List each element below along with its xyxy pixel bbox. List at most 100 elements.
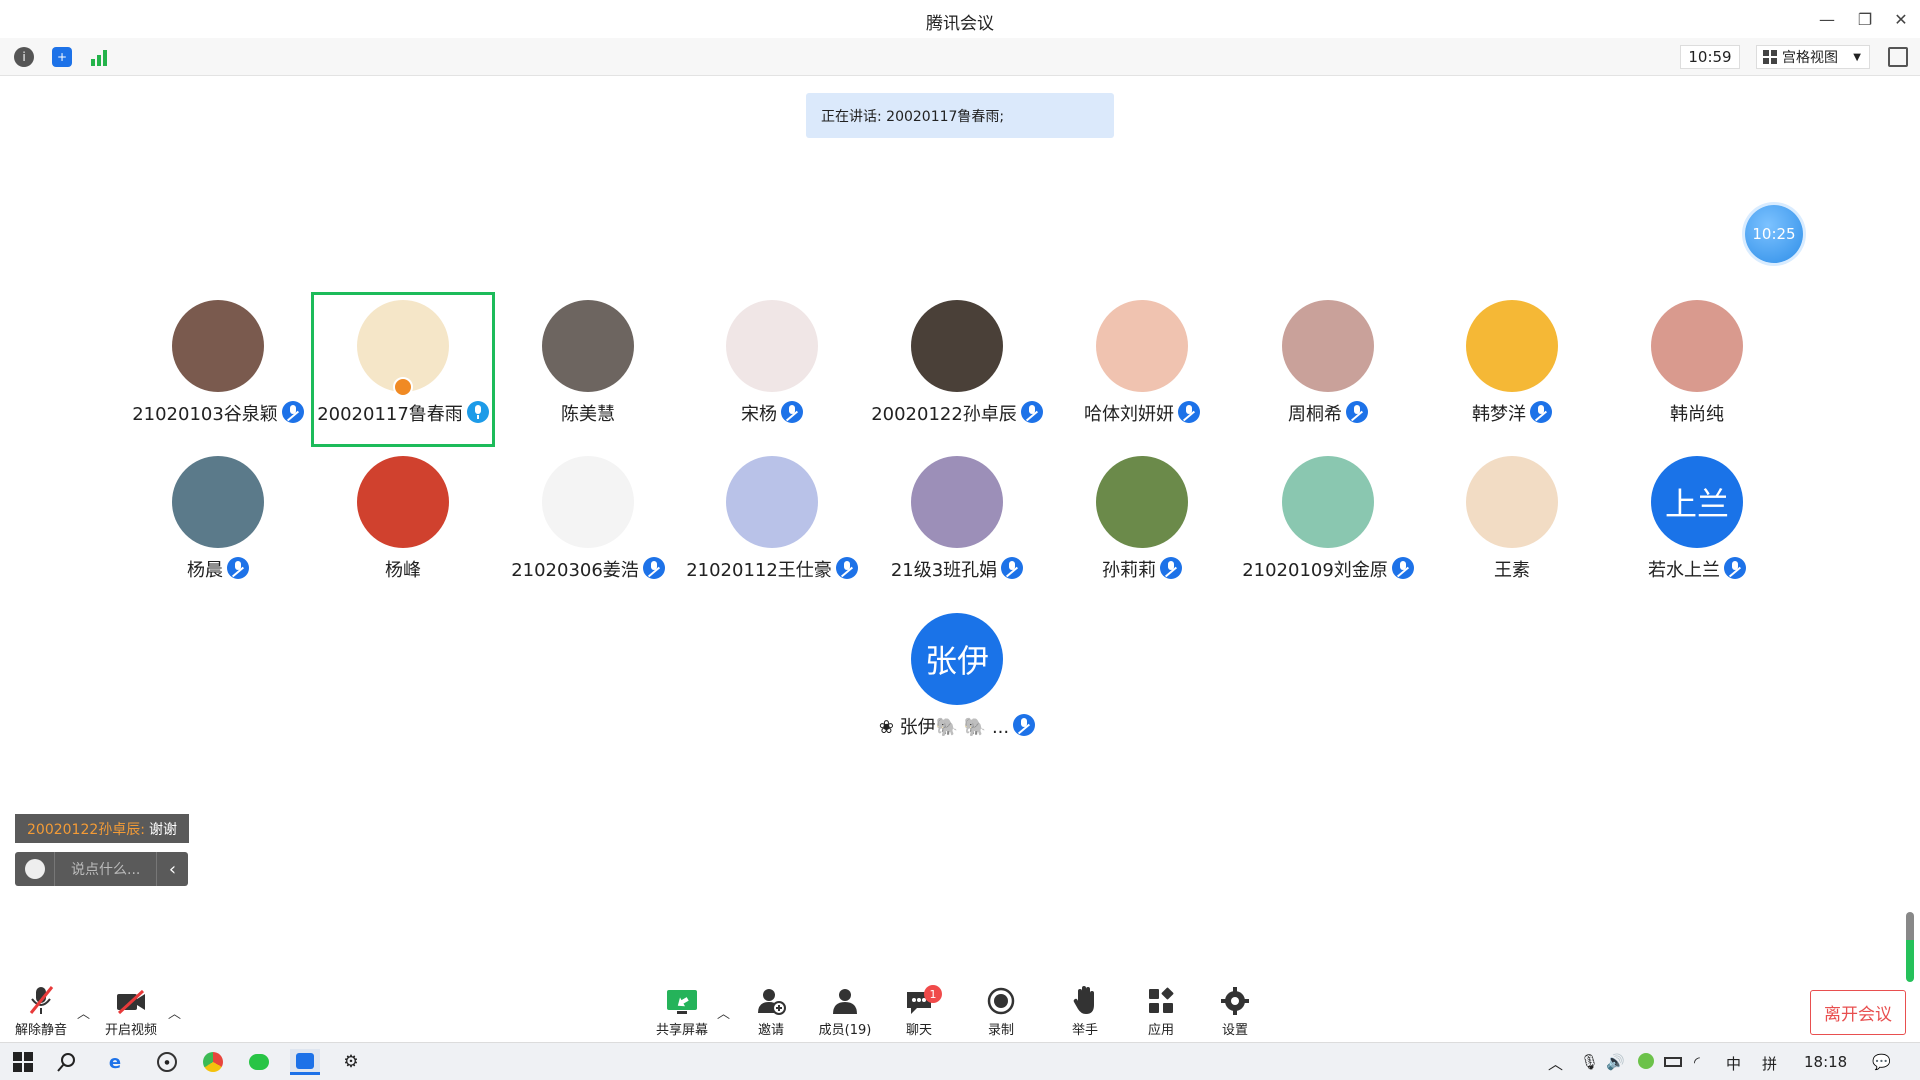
chat-input[interactable]: 说点什么... xyxy=(55,859,156,879)
tray-speaker-icon[interactable]: 🔊 xyxy=(1606,1053,1625,1071)
participant-name: 王素 xyxy=(1494,560,1530,581)
raise-hand-label: 举手 xyxy=(1071,1023,1098,1038)
chat-label: 聊天 xyxy=(905,1023,932,1038)
shield-icon[interactable]: + xyxy=(52,47,72,67)
apps-button[interactable]: 应用 xyxy=(1126,985,1196,1039)
avatar-initials: 张伊 xyxy=(924,642,989,680)
chat-input-bar[interactable]: 说点什么... ‹ xyxy=(15,852,188,886)
share-screen-label: 共享屏幕 xyxy=(655,1023,708,1038)
mic-muted-icon xyxy=(1724,557,1746,579)
members-button[interactable]: 成员(19) xyxy=(810,985,880,1039)
host-badge-icon xyxy=(393,377,413,397)
chat-button[interactable]: 1 聊天 xyxy=(884,985,954,1039)
participant-name: ❀ 张伊🐘 🐘 ... xyxy=(878,717,1010,738)
floating-timer[interactable]: 10:25 xyxy=(1745,205,1803,263)
mic-muted-icon xyxy=(1013,714,1036,736)
avatar xyxy=(1651,300,1743,392)
record-icon xyxy=(987,987,1015,1015)
close-button[interactable]: ✕ xyxy=(1884,6,1918,32)
tray-expand-icon[interactable]: ︿ xyxy=(1548,1053,1563,1074)
minimize-button[interactable]: — xyxy=(1810,6,1844,32)
record-button[interactable]: 录制 xyxy=(966,985,1036,1039)
participant-tile[interactable]: 韩尚纯 xyxy=(1605,292,1789,447)
avatar xyxy=(542,456,634,548)
mic-muted-icon xyxy=(1530,401,1552,423)
avatar xyxy=(357,456,449,548)
video-options-caret[interactable]: ︿ xyxy=(168,1003,182,1022)
volume-meter xyxy=(1906,912,1914,982)
tray-wifi-icon[interactable]: ◜ xyxy=(1694,1053,1700,1071)
avatar xyxy=(1096,300,1188,392)
tray-ime-mode[interactable]: 拼 xyxy=(1762,1053,1777,1074)
signal-icon[interactable] xyxy=(90,47,110,67)
info-icon[interactable]: i xyxy=(14,47,34,67)
search-icon[interactable] xyxy=(52,1049,82,1075)
avatar xyxy=(726,300,818,392)
fullscreen-icon[interactable] xyxy=(1888,47,1908,67)
leave-meeting-button[interactable]: 离开会议 xyxy=(1810,990,1906,1035)
chevron-down-icon: ▼ xyxy=(1853,51,1861,63)
avatar xyxy=(1282,456,1374,548)
mic-muted-icon xyxy=(1178,401,1200,423)
chrome-icon[interactable] xyxy=(198,1049,228,1075)
avatar xyxy=(911,300,1003,392)
participant-name: 哈体刘妍妍 xyxy=(1084,404,1174,425)
participant-name: 21020112王仕豪 xyxy=(686,560,832,581)
participant-tile[interactable]: 上兰 若水上兰 xyxy=(1605,448,1789,603)
participant-name: 20020117鲁春雨 xyxy=(317,404,463,425)
ie-browser-icon[interactable]: e xyxy=(100,1049,130,1075)
tray-security-icon[interactable] xyxy=(1638,1053,1654,1073)
start-video-button[interactable]: 开启视频 xyxy=(96,985,166,1039)
avatar xyxy=(911,456,1003,548)
meeting-duration: 10:59 xyxy=(1680,45,1740,69)
settings-taskbar-icon[interactable]: ⚙ xyxy=(336,1049,366,1075)
restore-button[interactable]: ❐ xyxy=(1848,6,1882,32)
participant-name-row: ❀ 张伊🐘 🐘 ... xyxy=(835,713,1079,739)
participant-name: 陈美慧 xyxy=(561,404,615,425)
participant-name-row: 韩尚纯 xyxy=(1575,400,1819,426)
emoji-icon[interactable] xyxy=(15,852,55,886)
participant-tile[interactable]: 张伊 ❀ 张伊🐘 🐘 ... xyxy=(865,605,1049,760)
tray-ime-lang[interactable]: 中 xyxy=(1726,1053,1741,1074)
mic-muted-icon xyxy=(227,557,249,579)
windows-start-icon[interactable] xyxy=(8,1049,38,1075)
windows-taskbar: e ● ⚙ ︿ 🎙 🔊 ◜ 中 拼 18:18 💬 xyxy=(0,1042,1920,1080)
members-label: 成员(19) xyxy=(818,1023,872,1038)
tray-battery-icon[interactable] xyxy=(1664,1053,1682,1071)
settings-label: 设置 xyxy=(1221,1023,1248,1038)
invite-button[interactable]: 邀请 xyxy=(736,985,806,1039)
add-person-icon xyxy=(758,989,786,1015)
participant-name: 21级3班孔娟 xyxy=(890,560,998,581)
tencent-meeting-taskbar-icon[interactable] xyxy=(290,1049,320,1075)
participant-tile[interactable]: 21020103谷泉颖 xyxy=(126,292,310,447)
notification-icon[interactable]: 💬 xyxy=(1872,1053,1891,1071)
participant-name: 周桐希 xyxy=(1288,404,1342,425)
view-mode-label: 宫格视图 xyxy=(1782,50,1838,66)
record-label: 录制 xyxy=(987,1023,1014,1038)
avatar xyxy=(172,300,264,392)
mic-muted-icon xyxy=(1160,557,1182,579)
collapse-chat-icon[interactable]: ‹ xyxy=(156,852,188,886)
participant-name: 杨晨 xyxy=(187,560,223,581)
settings-button[interactable]: 设置 xyxy=(1200,985,1270,1039)
view-mode-dropdown[interactable]: 宫格视图 ▼ xyxy=(1756,45,1870,69)
share-screen-button[interactable]: 共享屏幕 xyxy=(647,985,717,1039)
participant-name: 孙莉莉 xyxy=(1102,560,1156,581)
mic-muted-icon xyxy=(1346,401,1368,423)
unmute-button[interactable]: 解除静音 xyxy=(6,985,76,1039)
raise-hand-button[interactable]: 举手 xyxy=(1050,985,1120,1039)
share-options-caret[interactable]: ︿ xyxy=(717,1003,731,1022)
title-bar: 腾讯会议 — ❐ ✕ xyxy=(0,0,1920,38)
avatar xyxy=(726,456,818,548)
audio-options-caret[interactable]: ︿ xyxy=(77,1003,91,1022)
avatar xyxy=(1466,456,1558,548)
chat-last-message[interactable]: 20020122孙卓辰: 谢谢 xyxy=(15,814,189,843)
avatar xyxy=(1466,300,1558,392)
mic-muted-icon xyxy=(781,401,803,423)
tray-clock[interactable]: 18:18 xyxy=(1804,1053,1847,1071)
participant-name: 21020306姜浩 xyxy=(511,560,639,581)
dell-icon[interactable]: ● xyxy=(152,1049,182,1075)
wechat-icon[interactable] xyxy=(244,1049,274,1075)
tray-mic-icon[interactable]: 🎙 xyxy=(1580,1053,1599,1071)
speaking-banner: 正在讲话: 20020117鲁春雨; xyxy=(806,93,1114,138)
